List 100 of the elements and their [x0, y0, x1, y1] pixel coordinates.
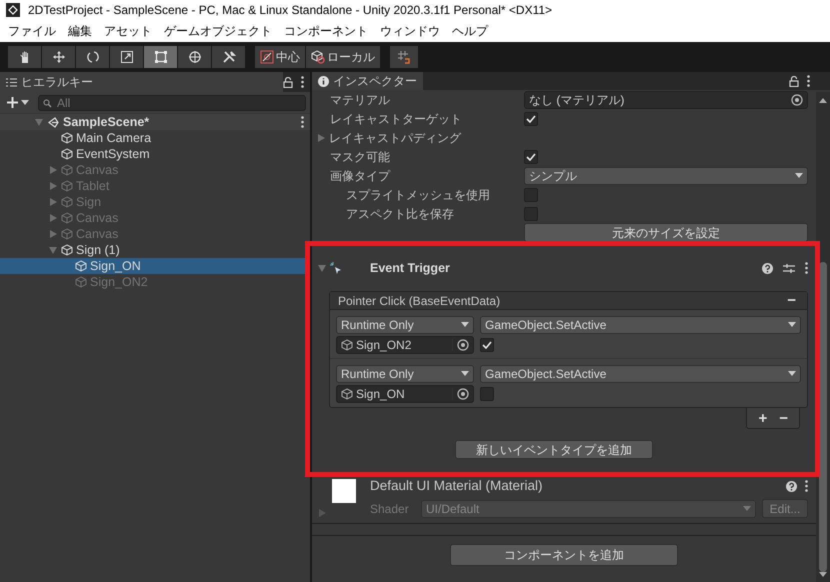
hierarchy-tab[interactable]: ヒエラルキー: [0, 72, 283, 92]
mode-dropdown[interactable]: Runtime Only: [336, 365, 474, 383]
menu-item[interactable]: ヘルプ: [446, 22, 494, 40]
remove-call-button[interactable]: −: [776, 410, 791, 426]
checkmark-icon: [526, 114, 536, 122]
tools-icon: [222, 50, 236, 64]
menu-item[interactable]: ゲームオブジェクト: [158, 22, 278, 40]
plus-icon: [7, 97, 18, 108]
menu-item[interactable]: 編集: [62, 22, 98, 40]
checkmark-icon: [482, 341, 492, 349]
material-preview: [332, 479, 356, 503]
object-picker-icon[interactable]: [457, 339, 469, 351]
more-icon[interactable]: [301, 116, 304, 128]
hierarchy-item[interactable]: Main Camera: [76, 128, 152, 148]
property-label: スプライトメッシュを使用: [345, 186, 491, 204]
menu-item[interactable]: ウィンドウ: [374, 22, 446, 40]
caret-icon: [795, 172, 803, 178]
property-label: アスペクト比を保存: [345, 206, 455, 222]
checkbox[interactable]: [480, 338, 494, 352]
remove-event-button[interactable]: −: [784, 293, 799, 308]
checkmark-icon: [526, 152, 536, 160]
space-button[interactable]: ローカル: [306, 46, 380, 68]
add-menu-button[interactable]: [4, 97, 32, 108]
dropdown[interactable]: シンプル: [524, 166, 808, 184]
more-icon[interactable]: [805, 262, 808, 274]
move-icon: [52, 50, 66, 64]
event-type-label: Pointer Click (BaseEventData): [338, 292, 500, 310]
collapsed-arrow-icon: [319, 509, 326, 517]
function-dropdown[interactable]: GameObject.SetActive: [480, 365, 801, 383]
inspector-tab[interactable]: インスペクター: [312, 72, 423, 90]
cursor-click-icon: [330, 262, 342, 274]
sliders-icon[interactable]: [783, 262, 795, 274]
object-picker-icon[interactable]: [457, 388, 469, 400]
tool-button[interactable]: [110, 46, 143, 68]
transform-icon: [188, 50, 202, 64]
material-name: Default UI Material (Material): [370, 476, 543, 495]
scrollbar-thumb[interactable]: [819, 262, 827, 572]
scene-icon: [47, 116, 60, 128]
game-object-icon: [61, 132, 73, 144]
mode-dropdown[interactable]: Runtime Only: [336, 316, 474, 334]
tool-button[interactable]: [8, 46, 41, 68]
scroll-up-icon[interactable]: [819, 98, 827, 104]
object-picker-icon[interactable]: [791, 94, 803, 106]
object-field[interactable]: Sign_ON2: [336, 336, 474, 354]
rotate-icon: [86, 50, 100, 64]
pivot-button[interactable]: 中心: [255, 46, 305, 68]
hierarchy-item[interactable]: EventSystem: [76, 144, 150, 164]
checkbox[interactable]: [524, 206, 538, 220]
checkbox[interactable]: [524, 150, 538, 164]
caret-icon: [461, 371, 469, 377]
property-label: マスク可能: [329, 148, 391, 166]
game-object-icon: [61, 244, 73, 256]
checkbox[interactable]: [524, 188, 538, 202]
hierarchy-item[interactable]: Sign_ON: [90, 256, 141, 276]
menu-item[interactable]: アセット: [98, 22, 158, 40]
caret-icon: [21, 100, 29, 106]
more-icon[interactable]: [301, 76, 304, 88]
lock-icon[interactable]: [789, 76, 799, 86]
game-object-icon: [61, 180, 73, 192]
hierarchy-item[interactable]: Sign (1): [76, 240, 120, 260]
tool-button[interactable]: [144, 46, 177, 68]
property-label: マテリアル: [329, 92, 391, 108]
tool-button[interactable]: [178, 46, 211, 68]
add-event-type-button[interactable]: 新しいイベントタイプを追加: [455, 440, 653, 459]
function-dropdown[interactable]: GameObject.SetActive: [480, 316, 801, 334]
caret-icon: [743, 506, 751, 512]
game-object-icon: [61, 212, 73, 224]
more-icon[interactable]: [805, 480, 808, 492]
help-icon[interactable]: [786, 480, 797, 492]
set-native-size-button[interactable]: 元来のサイズを設定: [524, 223, 808, 242]
snap-button[interactable]: [390, 46, 418, 68]
add-call-button[interactable]: +: [755, 410, 770, 426]
menu-item[interactable]: コンポーネント: [278, 22, 374, 40]
object-field[interactable]: Sign_ON: [336, 385, 474, 403]
info-icon: [318, 76, 329, 86]
caret-icon: [461, 322, 469, 328]
lock-icon[interactable]: [283, 76, 293, 88]
tool-button[interactable]: [212, 46, 245, 68]
search-field[interactable]: All: [38, 94, 306, 110]
grid-snap-icon: [397, 50, 411, 64]
game-object-icon: [61, 228, 73, 240]
component-title: Event Trigger: [370, 260, 450, 277]
more-icon[interactable]: [807, 75, 810, 87]
game-object-icon: [75, 276, 87, 288]
menu-item[interactable]: ファイル: [2, 22, 62, 40]
tool-button[interactable]: [76, 46, 109, 68]
game-object-icon: [61, 164, 73, 176]
add-component-button[interactable]: コンポーネントを追加: [450, 544, 678, 566]
foldout-label[interactable]: レイキャストパディング: [329, 128, 461, 146]
checkbox[interactable]: [524, 112, 538, 126]
checkbox[interactable]: [480, 387, 494, 401]
pivot-icon: [260, 50, 274, 64]
window-title: 2DTestProject - SampleScene - PC, Mac & Linux Standalone - Unity 2020.3.1f1 Personal* <DX11>: [28, 2, 552, 19]
scale-icon: [120, 50, 134, 64]
property-label: レイキャストターゲット: [329, 110, 463, 128]
help-icon[interactable]: [762, 262, 773, 274]
tool-button[interactable]: [42, 46, 75, 68]
object-field[interactable]: なし (マテリアル): [524, 90, 808, 108]
game-object-icon: [61, 196, 73, 208]
game-object-icon: [341, 339, 353, 351]
